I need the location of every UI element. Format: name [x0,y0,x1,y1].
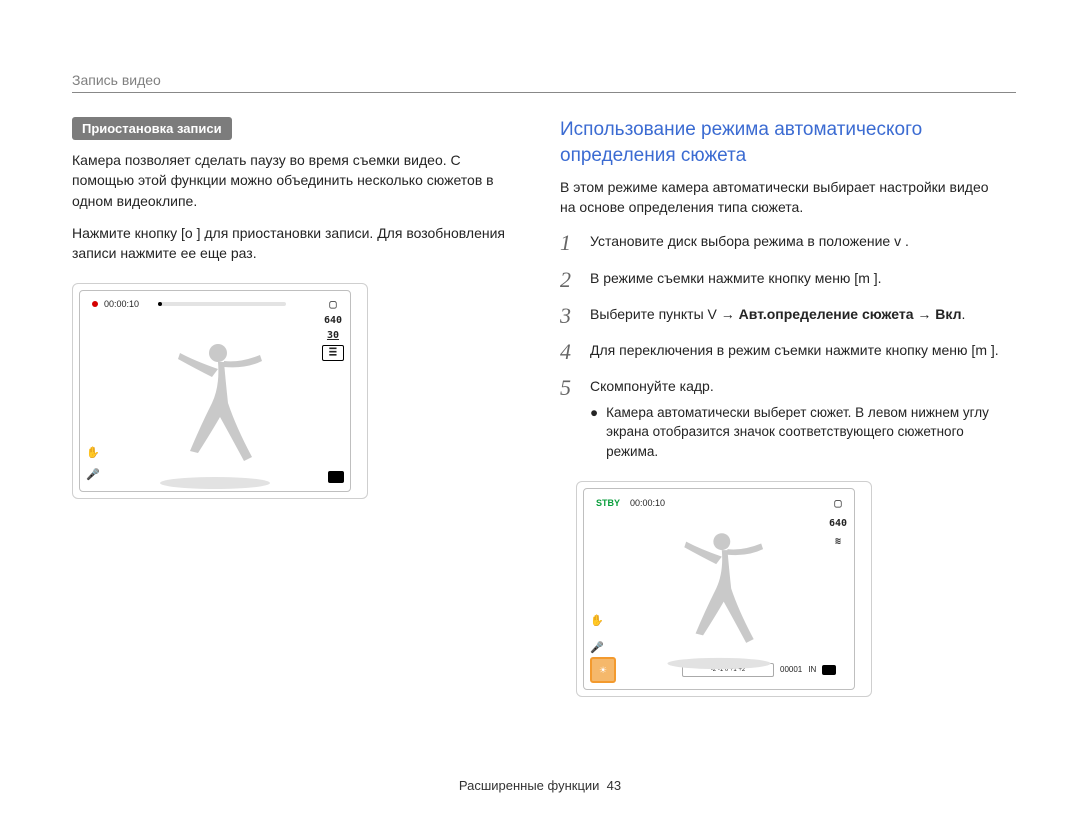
footer-text: Расширенные функции [459,778,600,793]
section-title: Использование режима автоматического опр… [560,117,1000,168]
step-3-bold2: Вкл [935,306,961,322]
step-3-prefix: Выберите пункты V → [590,306,739,322]
step-2: 2 В режиме съемки нажмите кнопку меню [m… [560,268,1000,292]
step-3: 3 Выберите пункты V → Авт.определение сю… [560,304,1000,328]
header-title: Запись видео [72,72,161,88]
step-4: 4 Для переключения в режим съемки нажмит… [560,340,1000,364]
left-paragraph-1: Камера позволяет сделать паузу во время … [72,150,512,211]
step-5-text: Скомпонуйте кадр. [590,378,714,394]
viewfinder-stby: STBY 00:00:10 640 ≋ [576,481,872,697]
step-3-bold1: Авт.определение сюжета [739,306,914,322]
step-list: 1 Установите диск выбора режима в положе… [560,231,1000,697]
step-5-bullet: ● Камера автоматически выберет сюжет. В … [590,403,1000,462]
preview-figure [584,489,854,671]
left-paragraph-2: Нажмите кнопку [o ] для приостановки зап… [72,223,512,264]
preview-figure [80,291,350,491]
step-3-between: → [914,306,936,322]
subheading-pause-recording: Приостановка записи [72,117,232,140]
bullet-dot-icon: ● [590,403,598,462]
step-3-suffix: . [961,306,965,322]
step-5-bullet-text: Камера автоматически выберет сюжет. В ле… [606,403,1000,462]
section-intro: В этом режиме камера автоматически выбир… [560,178,1000,217]
page-footer: Расширенные функции 43 [0,778,1080,793]
page-header: Запись видео [72,72,1016,93]
viewfinder-recording: 00:00:10 640 30 [72,283,368,499]
left-column: Приостановка записи Камера позволяет сде… [72,117,512,709]
step-5: 5 Скомпонуйте кадр. ● Камера автоматичес… [560,376,1000,697]
page-number: 43 [607,778,621,793]
step-1: 1 Установите диск выбора режима в положе… [560,231,1000,255]
right-column: Использование режима автоматического опр… [560,117,1000,709]
